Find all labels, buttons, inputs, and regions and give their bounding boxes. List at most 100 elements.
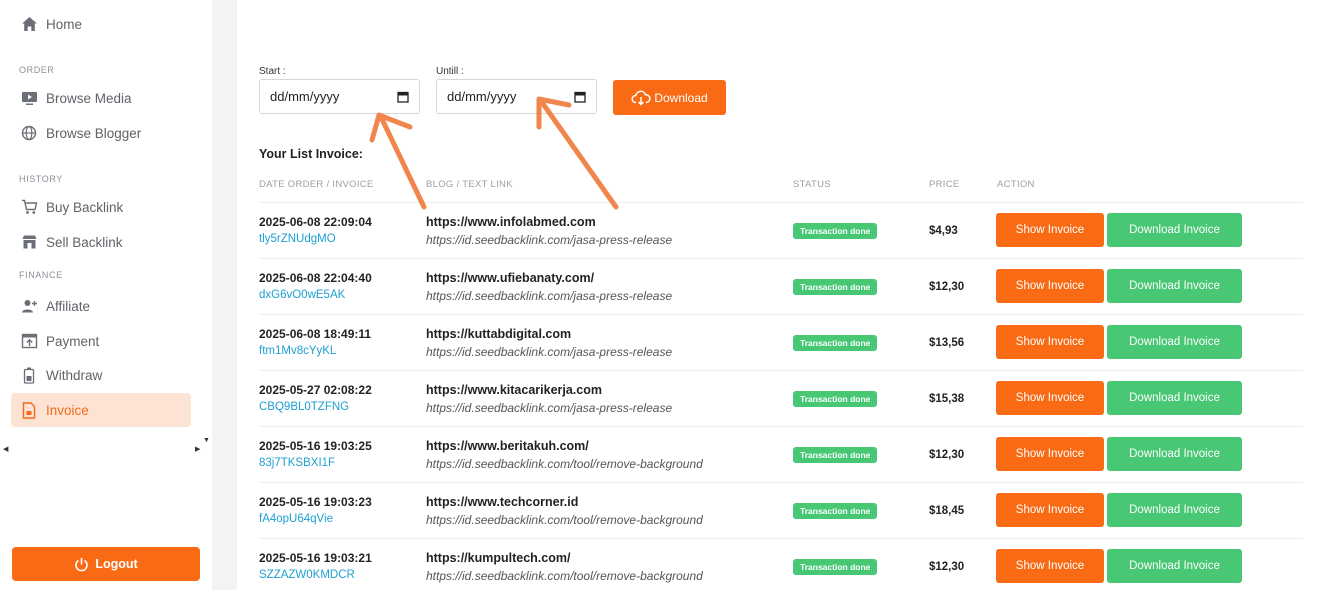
until-label: Untill :: [436, 66, 464, 77]
scroll-down-icon[interactable]: ▼: [203, 437, 210, 444]
calendar-icon[interactable]: [574, 91, 586, 103]
invoice-id[interactable]: 83j7TKSBXI1F: [259, 457, 335, 469]
text-link: https://id.seedbacklink.com/jasa-press-r…: [426, 401, 673, 415]
table-row: 2025-05-16 19:03:25 83j7TKSBXI1F https:/…: [259, 426, 1303, 482]
invoice-id[interactable]: tly5rZNUdgMO: [259, 233, 336, 245]
start-label: Start :: [259, 66, 286, 77]
sidebar-item-label: Invoice: [46, 402, 89, 418]
globe-icon: [20, 124, 38, 142]
download-invoice-button[interactable]: Download Invoice: [1107, 493, 1242, 527]
sidebar-item-affiliate[interactable]: Affiliate: [11, 289, 191, 323]
blog-url: https://www.techcorner.id: [426, 495, 579, 509]
text-link: https://id.seedbacklink.com/jasa-press-r…: [426, 289, 673, 303]
order-date: 2025-06-08 18:49:11: [259, 327, 372, 341]
order-date: 2025-05-16 19:03:21: [259, 551, 372, 565]
text-link: https://id.seedbacklink.com/jasa-press-r…: [426, 345, 673, 359]
header-status: STATUS: [793, 179, 831, 190]
invoice-id[interactable]: CBQ9BL0TZFNG: [259, 401, 349, 413]
battery-icon: [20, 366, 38, 384]
sidebar-item-browse-media[interactable]: Browse Media: [11, 81, 191, 115]
blog-url: https://www.infolabmed.com: [426, 215, 596, 229]
status-badge: Transaction done: [793, 391, 878, 407]
status-badge: Transaction done: [793, 559, 878, 575]
blog-url: https://kumpultech.com/: [426, 551, 571, 565]
sidebar-item-home[interactable]: Home: [11, 7, 191, 41]
status-badge: Transaction done: [793, 335, 878, 351]
start-date-input[interactable]: dd/mm/yyyy: [259, 79, 420, 114]
table-row: 2025-05-27 02:08:22 CBQ9BL0TZFNG https:/…: [259, 370, 1303, 426]
text-link: https://id.seedbacklink.com/tool/remove-…: [426, 513, 703, 527]
status-badge: Transaction done: [793, 447, 878, 463]
show-invoice-button[interactable]: Show Invoice: [996, 437, 1104, 471]
sidebar-item-label: Browse Media: [46, 90, 132, 106]
blog-url: https://www.kitacarikerja.com: [426, 383, 602, 397]
sidebar-item-label: Payment: [46, 333, 100, 349]
download-label: Download: [654, 90, 708, 105]
until-date-value: dd/mm/yyyy: [447, 89, 517, 104]
sidebar-item-label: Buy Backlink: [46, 199, 124, 215]
show-invoice-button[interactable]: Show Invoice: [996, 325, 1104, 359]
order-date: 2025-06-08 22:09:04: [259, 215, 372, 229]
calendar-icon[interactable]: [397, 91, 409, 103]
sidebar-item-sell-backlink[interactable]: Sell Backlink: [11, 225, 191, 259]
show-invoice-button[interactable]: Show Invoice: [996, 213, 1104, 247]
text-link: https://id.seedbacklink.com/tool/remove-…: [426, 569, 703, 583]
sidebar-item-browse-blogger[interactable]: Browse Blogger: [11, 116, 191, 150]
header-blog: BLOG / TEXT LINK: [426, 179, 513, 190]
show-invoice-button[interactable]: Show Invoice: [996, 381, 1104, 415]
upload-icon: [20, 332, 38, 350]
store-icon: [20, 233, 38, 251]
logout-button[interactable]: Logout: [12, 547, 200, 581]
download-invoice-button[interactable]: Download Invoice: [1107, 269, 1242, 303]
sidebar-item-label: Affiliate: [46, 298, 91, 314]
list-title: Your List Invoice:: [259, 147, 363, 161]
sidebar-item-invoice[interactable]: Invoice: [11, 393, 191, 427]
scroll-right-icon[interactable]: ▶: [195, 445, 200, 453]
main-content: Start : dd/mm/yyyy Untill : dd/mm/yyyy D…: [237, 0, 1323, 590]
price: $4,93: [929, 225, 958, 237]
power-icon: [74, 557, 89, 572]
logout-label: Logout: [95, 557, 138, 571]
until-date-input[interactable]: dd/mm/yyyy: [436, 79, 597, 114]
price: $18,45: [929, 505, 965, 517]
invoice-icon: [20, 401, 38, 419]
download-invoice-button[interactable]: Download Invoice: [1107, 549, 1242, 583]
order-date: 2025-05-27 02:08:22: [259, 383, 372, 397]
status-badge: Transaction done: [793, 279, 878, 295]
price: $13,56: [929, 337, 965, 349]
sidebar-item-payment[interactable]: Payment: [11, 324, 191, 358]
invoice-id[interactable]: ftm1Mv8cYyKL: [259, 345, 336, 357]
section-label-finance: FINANCE: [19, 270, 63, 280]
download-invoice-button[interactable]: Download Invoice: [1107, 381, 1242, 415]
blog-url: https://kuttabdigital.com: [426, 327, 572, 341]
download-invoice-button[interactable]: Download Invoice: [1107, 325, 1242, 359]
status-badge: Transaction done: [793, 223, 878, 239]
sidebar-item-withdraw[interactable]: Withdraw: [11, 358, 191, 392]
download-invoice-button[interactable]: Download Invoice: [1107, 213, 1242, 247]
sidebar-item-label: Sell Backlink: [46, 234, 123, 250]
show-invoice-button[interactable]: Show Invoice: [996, 269, 1104, 303]
table-row: 2025-06-08 22:09:04 tly5rZNUdgMO https:/…: [259, 202, 1303, 258]
show-invoice-button[interactable]: Show Invoice: [996, 549, 1104, 583]
download-button[interactable]: Download: [613, 80, 726, 115]
invoice-id[interactable]: SZZAZW0KMDCR: [259, 569, 355, 581]
header-price: PRICE: [929, 179, 960, 190]
scroll-left-icon[interactable]: ◀: [3, 445, 8, 453]
sidebar-scrollbar[interactable]: ◀ ▶ ▼: [0, 437, 212, 458]
sidebar-item-label: Home: [46, 16, 83, 32]
order-date: 2025-05-16 19:03:25: [259, 439, 372, 453]
text-link: https://id.seedbacklink.com/jasa-press-r…: [426, 233, 673, 247]
invoice-id[interactable]: fA4opU64qVie: [259, 513, 333, 525]
cloud-download-icon: [631, 90, 651, 106]
table-row: 2025-05-16 19:03:23 fA4opU64qVie https:/…: [259, 482, 1303, 538]
show-invoice-button[interactable]: Show Invoice: [996, 493, 1104, 527]
user-plus-icon: [20, 297, 38, 315]
text-link: https://id.seedbacklink.com/tool/remove-…: [426, 457, 703, 471]
download-invoice-button[interactable]: Download Invoice: [1107, 437, 1242, 471]
price: $12,30: [929, 449, 965, 461]
sidebar-item-label: Browse Blogger: [46, 125, 142, 141]
header-date: DATE ORDER / INVOICE: [259, 179, 374, 190]
sidebar: Home ORDER Browse Media Browse Blogger H…: [0, 0, 212, 590]
invoice-id[interactable]: dxG6vO0wE5AK: [259, 289, 345, 301]
sidebar-item-buy-backlink[interactable]: Buy Backlink: [11, 190, 191, 224]
